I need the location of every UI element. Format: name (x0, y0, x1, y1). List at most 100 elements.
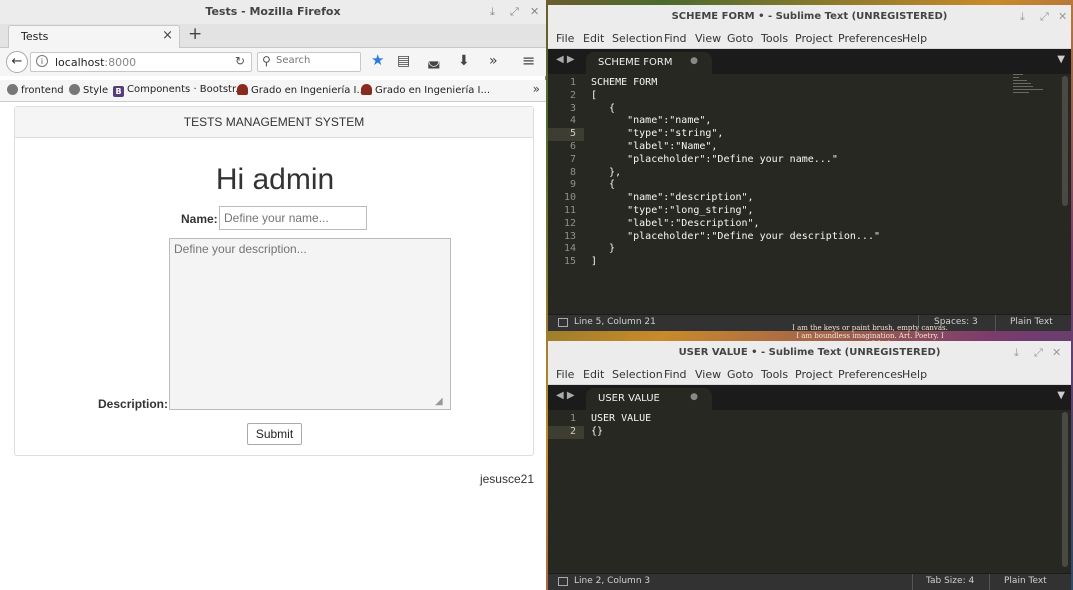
menu-project[interactable]: Project (795, 32, 833, 45)
menu-goto[interactable]: Goto (727, 368, 753, 381)
tab-tests[interactable]: Tests × (8, 25, 180, 49)
code-line[interactable]: } (591, 243, 615, 256)
code-line[interactable]: { (591, 179, 615, 192)
code-line[interactable]: "name":"description", (591, 192, 753, 205)
editor-area[interactable]: 12 USER VALUE{} (548, 410, 1071, 573)
menu-selection[interactable]: Selection (612, 32, 663, 45)
code-line[interactable]: SCHEME FORM (591, 77, 657, 90)
bookmark-item[interactable]: frontend (7, 84, 64, 96)
bookmarks-overflow-icon[interactable]: » (533, 82, 540, 96)
name-label: Name: (181, 212, 218, 226)
reading-list-icon[interactable]: ▤ (397, 53, 410, 69)
code-line[interactable]: "name":"name", (591, 115, 711, 128)
sublime-window-user: USER VALUE • - Sublime Text (UNREGISTERE… (548, 341, 1071, 590)
resize-grip-icon[interactable]: ◢ (435, 396, 447, 408)
tab-nav-arrows-icon[interactable]: ◀ ▶ (556, 54, 575, 65)
code-line[interactable]: "type":"long_string", (591, 205, 753, 218)
tab-user-value[interactable]: USER VALUE ● (586, 388, 712, 410)
tab-dropdown-icon[interactable]: ▼ (1057, 54, 1065, 65)
overflow-chevron-icon[interactable]: » (489, 53, 498, 69)
menu-view[interactable]: View (695, 368, 721, 381)
code-line[interactable]: }, (591, 167, 621, 180)
minimize-icon[interactable]: ⤓ (490, 0, 495, 24)
code-line[interactable]: "label":"Name", (591, 141, 717, 154)
menu-file[interactable]: File (556, 368, 574, 381)
bookmark-item[interactable]: Style (69, 84, 108, 96)
search-bar[interactable]: ⚲ (257, 52, 361, 72)
maximize-icon[interactable]: ⤢ (510, 0, 519, 24)
pocket-icon[interactable]: ◛ (427, 53, 441, 69)
menu-help[interactable]: Help (902, 32, 927, 45)
code-line[interactable]: [ (591, 90, 597, 103)
description-field[interactable] (169, 238, 451, 410)
menu-tools[interactable]: Tools (761, 32, 788, 45)
code-line[interactable]: "type":"string", (591, 128, 723, 141)
tab-nav-arrows-icon[interactable]: ◀ ▶ (556, 390, 575, 401)
window-title: USER VALUE • - Sublime Text (UNREGISTERE… (678, 347, 941, 358)
bookmark-item[interactable]: Grado en Ingeniería I... (361, 84, 490, 96)
minimize-icon[interactable]: ⤓ (1020, 5, 1025, 29)
maximize-icon[interactable]: ⤢ (1034, 341, 1043, 365)
code-line[interactable]: "placeholder":"Define your description..… (591, 231, 880, 244)
code-line[interactable]: "placeholder":"Define your name..." (591, 154, 838, 167)
url-bar[interactable]: i localhost:8000 ↻ (30, 52, 252, 72)
new-tab-icon[interactable]: + (188, 24, 202, 44)
menu-help[interactable]: Help (902, 368, 927, 381)
vertical-scrollbar[interactable] (1062, 412, 1068, 567)
indentation-setting[interactable]: Tab Size: 4 (926, 576, 974, 586)
back-icon[interactable]: ← (6, 51, 28, 73)
tab-dropdown-icon[interactable]: ▼ (1057, 390, 1065, 401)
menu-project[interactable]: Project (795, 368, 833, 381)
bootstrap-icon: B (113, 86, 124, 97)
line-number: 4 (569, 115, 576, 127)
submit-button[interactable]: Submit (247, 423, 302, 445)
tab-scheme-form[interactable]: SCHEME FORM ● (586, 52, 712, 74)
name-field[interactable] (219, 206, 367, 230)
menu-tools[interactable]: Tools (761, 368, 788, 381)
bookmark-star-icon[interactable]: ★ (371, 51, 384, 69)
code-line[interactable]: USER VALUE (591, 413, 651, 426)
editor-area[interactable]: 1 2 3 4 5 6 7 8 9 10 11 12 13 14 15 SCHEME FORM[ { "na… (548, 74, 1071, 314)
syntax-setting[interactable]: Plain Text (1004, 576, 1047, 586)
reload-icon[interactable]: ↻ (235, 54, 245, 68)
unsaved-dot-icon[interactable]: ● (690, 56, 698, 66)
menu-selection[interactable]: Selection (612, 368, 663, 381)
menu-file[interactable]: File (556, 32, 574, 45)
code-line[interactable]: ] (591, 256, 597, 269)
bookmark-item[interactable]: Grado en Ingeniería I... (237, 84, 366, 96)
menu-find[interactable]: Find (664, 32, 687, 45)
line-number: 2 (569, 89, 576, 101)
menu-edit[interactable]: Edit (583, 368, 604, 381)
search-input[interactable] (276, 55, 356, 66)
menu-goto[interactable]: Goto (727, 32, 753, 45)
hamburger-menu-icon[interactable]: ≡ (522, 51, 535, 70)
tab-strip: Tests × + (0, 24, 546, 49)
close-icon[interactable]: ✕ (1052, 341, 1061, 365)
greeting-heading: Hi admin (215, 163, 335, 196)
panel-toggle-icon[interactable] (558, 577, 568, 586)
menu-find[interactable]: Find (664, 368, 687, 381)
code-line[interactable]: { (591, 103, 615, 116)
site-info-icon[interactable]: i (36, 55, 48, 67)
code-line[interactable]: {} (591, 426, 603, 439)
minimap[interactable] (1013, 74, 1053, 114)
close-icon[interactable]: ✕ (530, 0, 539, 24)
maximize-icon[interactable]: ⤢ (1040, 5, 1049, 29)
downloads-icon[interactable]: ⬇ (458, 53, 470, 69)
close-tab-icon[interactable]: × (162, 28, 173, 43)
search-icon: ⚲ (262, 54, 271, 68)
syntax-setting[interactable]: Plain Text (1010, 317, 1053, 327)
menu-view[interactable]: View (695, 32, 721, 45)
panel-toggle-icon[interactable] (558, 318, 568, 327)
current-line-highlight (548, 128, 584, 141)
bookmark-item[interactable]: B Components · Bootstr... (113, 84, 245, 97)
unsaved-dot-icon[interactable]: ● (690, 392, 698, 402)
menu-preferences[interactable]: Preferences (838, 32, 903, 45)
menu-edit[interactable]: Edit (583, 32, 604, 45)
vertical-scrollbar[interactable] (1062, 76, 1068, 206)
close-icon[interactable]: ✕ (1058, 5, 1067, 29)
minimize-icon[interactable]: ⤓ (1014, 341, 1019, 365)
code-line[interactable]: "label":"Description", (591, 218, 759, 231)
menu-preferences[interactable]: Preferences (838, 368, 903, 381)
university-crest-icon (361, 84, 372, 95)
